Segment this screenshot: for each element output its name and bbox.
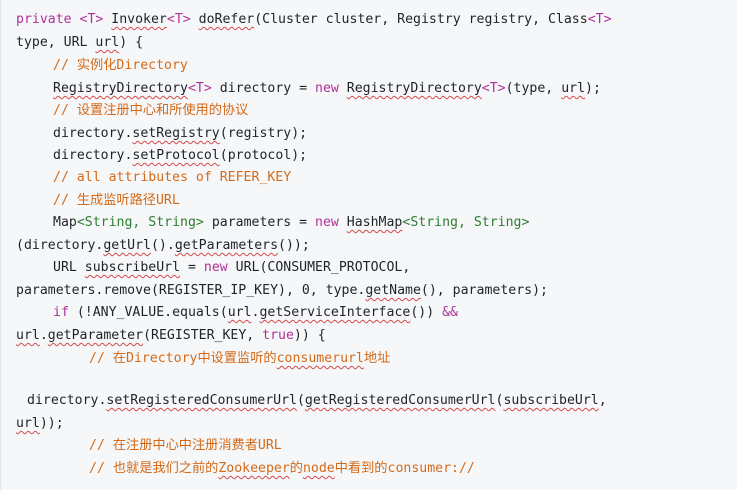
code-token: <T> — [587, 12, 612, 27]
code-token: getServiceInterface — [259, 305, 411, 320]
code-token: (), parameters); — [420, 283, 548, 298]
code-token: <String, String> — [402, 215, 530, 230]
code-token: getParameter — [47, 328, 144, 343]
code-line-12: URL subscribeUrl = new URL(CONSUMER_PROT… — [53, 258, 410, 278]
code-token: (). — [150, 238, 175, 253]
code-token: (REGISTER_KEY, — [143, 328, 263, 343]
code-token: 中看到的consumer:// — [334, 461, 475, 476]
code-token: ); — [585, 81, 601, 96]
code-token: setRegistry — [132, 126, 220, 141]
code-token: type, URL — [16, 35, 96, 50]
code-line-20: // 也就是我们之前的Zookeeper的node中看到的consumer:// — [89, 459, 475, 479]
code-token: Zookeeper — [218, 461, 290, 476]
code-token: RegistryDirectory — [346, 81, 482, 96]
code-token: node — [302, 461, 335, 476]
code-token: new — [203, 260, 236, 275]
code-token: parameters = — [203, 215, 316, 230]
code-token: subscribeUrl — [503, 393, 599, 408]
code-line-19: // 在注册中心中注册消费者URL — [89, 436, 282, 456]
code-token: url — [16, 416, 40, 431]
code-token: setRegisteredConsumerUrl — [106, 393, 297, 408]
code-token: // 实例化Directory — [53, 58, 188, 73]
code-token: (type, — [505, 81, 562, 96]
code-token: private — [16, 12, 80, 27]
code-token: subscribeUrl — [84, 260, 181, 275]
code-token: 地址 — [363, 351, 391, 366]
code-token: // 在Directory中设置监听的 — [89, 351, 277, 366]
code-token: <String, String> — [76, 215, 204, 230]
code-line-11: (directory.getUrl().getParameters()); — [16, 236, 310, 256]
code-token: // 生成监听路径URL — [53, 193, 180, 208]
code-token: directory. — [53, 126, 133, 141]
code-token: directory. — [53, 148, 133, 163]
code-token: , — [598, 393, 607, 408]
code-line-8: // all attributes of REFER_KEY — [53, 168, 291, 188]
code-token: // 也就是我们之前的 — [89, 461, 219, 476]
code-line-13: parameters.remove(REGISTER_IP_KEY), 0, t… — [16, 281, 548, 301]
code-token: (registry); — [219, 126, 308, 141]
code-line-5: // 设置注册中心和所使用的协议 — [53, 101, 248, 121]
code-token: if — [53, 305, 77, 320]
code-line-6: directory.setRegistry(registry); — [53, 124, 307, 144]
code-token: getName — [365, 283, 421, 298]
code-token: RegistryDirectory — [53, 81, 188, 96]
code-line-15: url.getParameter(REGISTER_KEY, true)) { — [16, 326, 326, 346]
code-token: url — [227, 305, 252, 320]
code-line-1: private <T> Invoker<T> doRefer(Cluster c… — [16, 10, 612, 30]
code-line-14: if (!ANY_VALUE.equals(url.getServiceInte… — [53, 303, 458, 323]
code-token: Map — [53, 215, 77, 230]
code-token: <T> — [481, 81, 506, 96]
code-token: directory = — [211, 81, 316, 96]
code-token: . — [39, 328, 48, 343]
code-token: HashMap — [346, 215, 403, 230]
code-token: ()); — [278, 238, 310, 253]
code-token: consumerurl — [276, 351, 364, 366]
code-line-7: directory.setProtocol(protocol); — [53, 146, 307, 166]
code-token: )); — [39, 416, 64, 431]
code-token: = — [180, 260, 204, 275]
code-token: url — [95, 35, 120, 50]
code-token: && — [442, 305, 458, 320]
code-token: )) { — [293, 328, 326, 343]
code-line-9: // 生成监听路径URL — [53, 191, 180, 211]
code-token: url — [16, 328, 40, 343]
code-token: true — [262, 328, 294, 343]
code-token: URL — [53, 260, 85, 275]
code-line-3: // 实例化Directory — [53, 56, 188, 76]
code-token: ) { — [119, 35, 144, 50]
code-token: (!ANY_VALUE.equals( — [76, 305, 228, 320]
code-token: <T> — [79, 12, 112, 27]
code-token: ( — [296, 393, 305, 408]
code-token: // all attributes of REFER_KEY — [53, 170, 292, 185]
code-viewer: private <T> Invoker<T> doRefer(Cluster c… — [0, 0, 737, 490]
code-token: // 设置注册中心和所使用的协议 — [53, 103, 249, 118]
code-line-2: type, URL url) { — [16, 33, 143, 53]
code-token: <T> — [166, 12, 199, 27]
code-token: doRefer — [198, 12, 255, 27]
code-line-10: Map<String, String> parameters = new Has… — [53, 213, 529, 233]
code-line-17: directory.setRegisteredConsumerUrl(getRe… — [27, 391, 607, 411]
code-token: <T> — [187, 81, 212, 96]
code-token: directory. — [27, 393, 107, 408]
code-token: ()) — [410, 305, 443, 320]
code-token: url — [561, 81, 586, 96]
code-token: (Cluster cluster, Registry registry, Cla… — [254, 12, 588, 27]
code-line-4: RegistryDirectory<T> directory = new Reg… — [53, 79, 601, 99]
code-line-16: // 在Directory中设置监听的consumerurl地址 — [89, 349, 390, 369]
code-token: parameters.remove(REGISTER_IP_KEY), 0, t… — [16, 283, 366, 298]
code-token: getParameters — [174, 238, 279, 253]
code-token: getUrl — [103, 238, 151, 253]
code-token: URL(CONSUMER_PROTOCOL, — [235, 260, 411, 275]
code-token: new — [315, 215, 347, 230]
code-token: getRegisteredConsumerUrl — [304, 393, 496, 408]
code-token: new — [315, 81, 347, 96]
code-token: setProtocol — [132, 148, 220, 163]
code-line-18: url)); — [16, 414, 64, 434]
code-token: Invoker — [111, 12, 167, 27]
code-token: (protocol); — [219, 148, 308, 163]
code-token: 的 — [289, 461, 303, 476]
code-token: (directory. — [16, 238, 104, 253]
code-token: // 在注册中心中注册消费者URL — [89, 438, 282, 453]
